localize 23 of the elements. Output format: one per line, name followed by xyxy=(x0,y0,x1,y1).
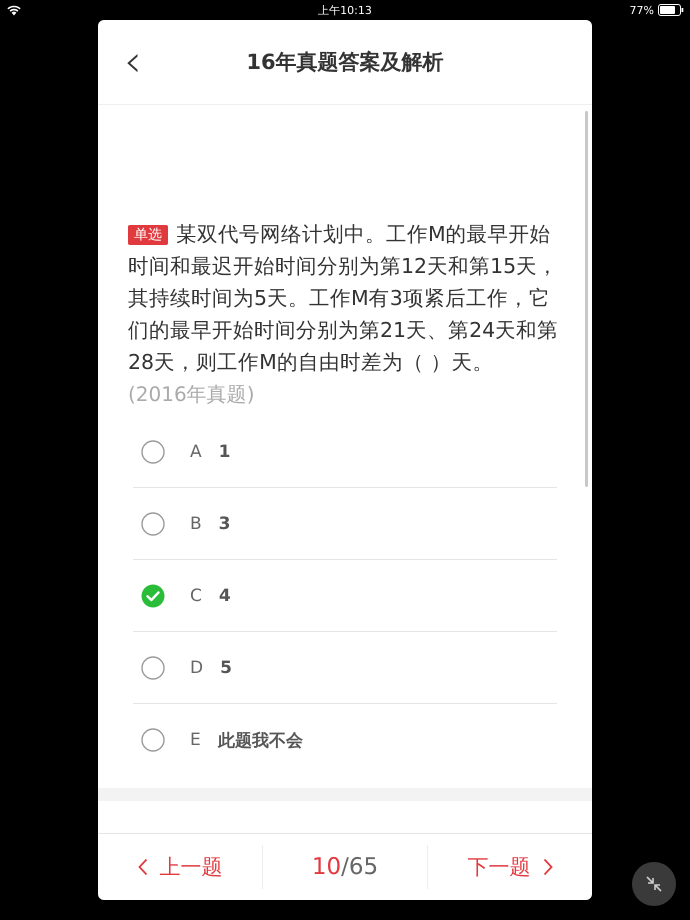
next-button[interactable]: 下一题 xyxy=(428,845,592,889)
collapse-button[interactable] xyxy=(632,862,676,906)
answer-option[interactable]: B 3 xyxy=(133,488,557,560)
status-time: 上午10:13 xyxy=(318,2,372,18)
back-button[interactable]: ‹ xyxy=(116,40,150,84)
chevron-left-icon xyxy=(138,858,148,876)
battery-percent: 77% xyxy=(630,4,654,16)
scrollbar[interactable] xyxy=(585,111,588,487)
question-text: 单选 某双代号网络计划中。工作M的最早开始时间和最迟开始时间分别为第12天和第15天，其持续时间为5天。工作M有3项紧后工作，它们的最早开始时间分别为第21天、第24天和第28天，则工作M的自由时差为（ ）天。 xyxy=(128,221,560,376)
wifi-icon xyxy=(6,4,22,16)
battery-icon xyxy=(658,4,684,16)
question-type-tag: 单选 xyxy=(128,225,168,245)
answer-option[interactable]: C 4 xyxy=(133,560,557,632)
previous-button[interactable]: 上一题 xyxy=(98,845,262,889)
total-count: /65 xyxy=(341,854,378,880)
answer-option[interactable]: A 1 xyxy=(133,416,557,488)
current-number: 10 xyxy=(312,854,342,880)
chevron-right-icon xyxy=(542,858,552,876)
page-title: 16年真题答案及解析 xyxy=(246,49,444,76)
question-source: (2016年真题) xyxy=(128,381,256,408)
answer-option[interactable]: D 5 xyxy=(133,632,557,704)
answer-option[interactable]: E 此题我不会 xyxy=(133,704,557,776)
collapse-arrows-icon xyxy=(644,874,664,894)
